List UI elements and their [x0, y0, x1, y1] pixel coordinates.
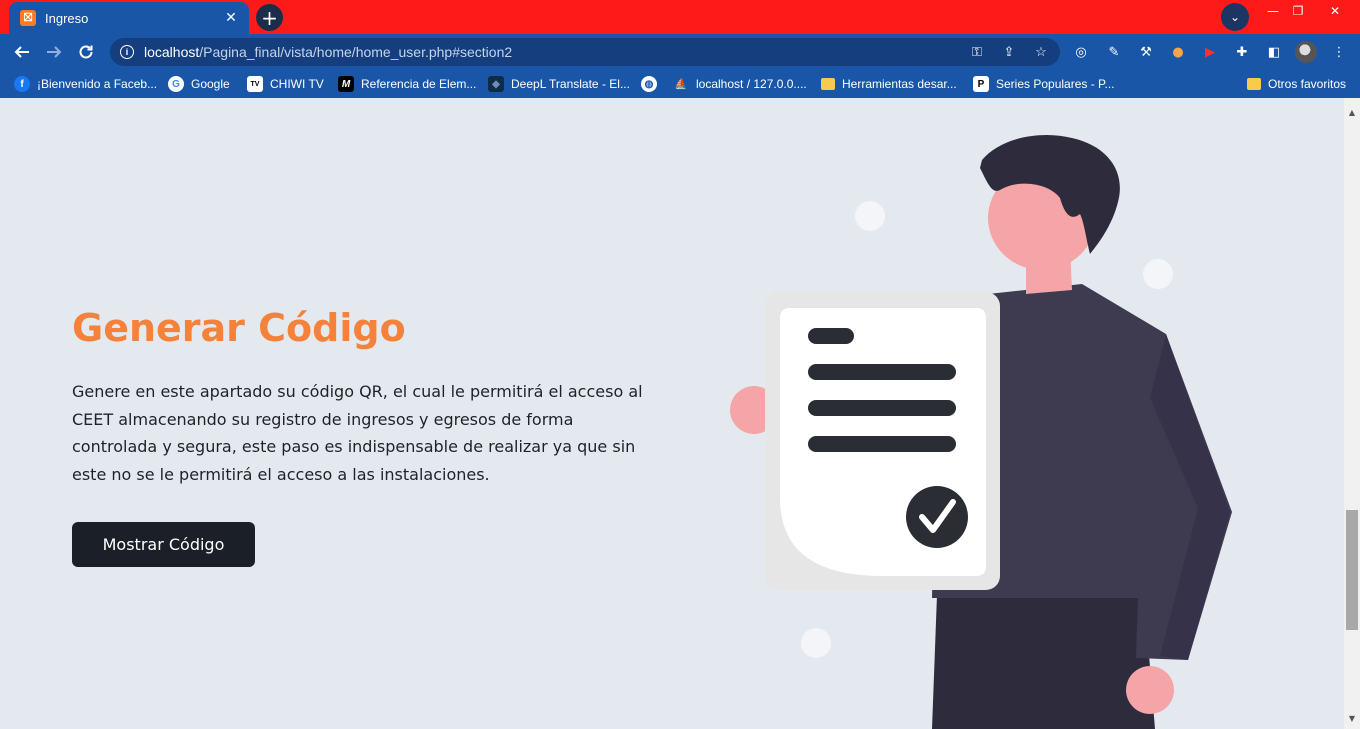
other-bookmarks-label: Otros favoritos — [1268, 77, 1347, 91]
extensions-puzzle-icon[interactable]: ✚ — [1233, 43, 1251, 61]
profile-avatar[interactable] — [1295, 41, 1317, 63]
reload-icon — [79, 45, 93, 59]
bookmark-facebook[interactable]: f ¡Bienvenido a Faceb... — [14, 75, 157, 93]
bookmark-folder-herramientas[interactable]: Herramientas desar... — [821, 75, 957, 93]
bookmark-google[interactable]: G Google — [168, 75, 230, 93]
bookmark-series-populares[interactable]: P Series Populares - P... — [973, 75, 1115, 93]
tab-strip: ⛝ Ingreso ✕ + ⌄ — ❐ ✕ — [0, 0, 1360, 34]
close-tab-icon[interactable]: ✕ — [223, 10, 239, 26]
browser-toolbar: i localhost/Pagina_final/vista/home/home… — [0, 34, 1360, 70]
restore-button[interactable]: ❐ — [1283, 0, 1313, 22]
arrow-right-icon — [47, 46, 62, 58]
deepl-icon: ◆ — [488, 76, 504, 92]
bookmark-mdn[interactable]: M Referencia de Elem... — [338, 75, 476, 93]
section-description: Genere en este apartado su código QR, el… — [72, 382, 643, 484]
decor-dot — [801, 628, 831, 658]
chevron-down-icon: ⌄ — [1229, 10, 1241, 24]
document-line — [808, 436, 956, 452]
bookmark-label: Google — [191, 77, 230, 91]
close-window-button[interactable]: ✕ — [1320, 0, 1350, 22]
folder-icon — [821, 78, 835, 90]
bookmark-deepl[interactable]: ◆ DeepL Translate - El... — [488, 75, 630, 93]
person-holding-document-illustration — [730, 134, 1232, 729]
decor-dot — [855, 201, 885, 231]
google-icon: G — [168, 76, 184, 92]
right-hand — [1126, 666, 1174, 714]
document-line — [808, 364, 956, 380]
extension-sync-icon[interactable]: ◎ — [1072, 43, 1090, 61]
address-bar[interactable]: i localhost/Pagina_final/vista/home/home… — [110, 38, 1060, 66]
extension-youtube-icon[interactable]: ▶ — [1201, 43, 1219, 61]
page-scrollbar[interactable]: ▲ ▼ — [1344, 98, 1360, 729]
bookmark-chiwi-tv[interactable]: TV CHIWI TV — [247, 75, 324, 93]
reload-button[interactable] — [73, 39, 99, 65]
xampp-icon: ⛝ — [20, 10, 36, 26]
bookmark-label: Series Populares - P... — [996, 77, 1115, 91]
section-heading: Generar Código — [72, 306, 406, 350]
key-icon[interactable]: ⚿ — [968, 44, 986, 60]
url-path: /Pagina_final/vista/home/home_user.php#s… — [199, 44, 513, 60]
url-host: localhost — [144, 44, 200, 60]
back-button[interactable] — [9, 39, 35, 65]
share-icon[interactable]: ⇪ — [1000, 44, 1018, 60]
bookmark-label: DeepL Translate - El... — [511, 77, 630, 91]
extension-tool-icon[interactable]: ⚒ — [1137, 43, 1155, 61]
scroll-up-arrow-icon[interactable]: ▲ — [1348, 108, 1356, 117]
show-code-button[interactable]: Mostrar Código — [72, 522, 255, 567]
page-viewport: Generar Código Genere en este apartado s… — [0, 98, 1344, 729]
tab-search-button[interactable]: ⌄ — [1221, 3, 1249, 31]
extension-pen-icon[interactable]: ✎ — [1105, 43, 1123, 61]
check-circle-icon — [906, 486, 968, 548]
bookmark-phpmyadmin[interactable]: ⛵ localhost / 127.0.0.... — [673, 75, 807, 93]
star-icon[interactable]: ☆ — [1032, 44, 1050, 60]
document-line — [808, 328, 854, 344]
arrow-left-icon — [14, 46, 29, 58]
forward-button[interactable] — [41, 39, 67, 65]
bookmark-label: localhost / 127.0.0.... — [696, 77, 807, 91]
p-icon: P — [973, 76, 989, 92]
side-panel-icon[interactable]: ◧ — [1265, 43, 1283, 61]
scrollbar-thumb[interactable] — [1346, 510, 1358, 630]
scroll-down-arrow-icon[interactable]: ▼ — [1348, 714, 1356, 723]
bookmark-label: ¡Bienvenido a Faceb... — [37, 77, 158, 91]
extension-bulb-icon[interactable]: ● — [1169, 43, 1187, 61]
globe-icon: ◍ — [641, 76, 657, 92]
mdn-icon: M — [338, 76, 354, 92]
bookmark-label: Herramientas desar... — [842, 77, 957, 91]
document-line — [808, 400, 956, 416]
tab-title: Ingreso — [45, 10, 89, 26]
browser-tab-ingreso[interactable]: ⛝ Ingreso ✕ — [9, 2, 249, 34]
bookmark-globe[interactable]: ◍ — [641, 75, 664, 93]
tv-icon: TV — [247, 76, 263, 92]
info-icon[interactable]: i — [120, 45, 134, 59]
decor-dot — [1143, 259, 1173, 289]
bookmark-label: CHIWI TV — [270, 77, 324, 91]
facebook-icon: f — [14, 76, 30, 92]
new-tab-button[interactable]: + — [256, 4, 283, 31]
phpmyadmin-icon: ⛵ — [674, 78, 688, 90]
folder-icon — [1247, 78, 1261, 90]
other-bookmarks-folder[interactable]: Otros favoritos — [1247, 75, 1346, 93]
menu-kebab-icon[interactable]: ⋮ — [1330, 43, 1348, 61]
bookmark-label: Referencia de Elem... — [361, 77, 477, 91]
bookmarks-bar: f ¡Bienvenido a Faceb... G Google TV CHI… — [0, 70, 1360, 98]
